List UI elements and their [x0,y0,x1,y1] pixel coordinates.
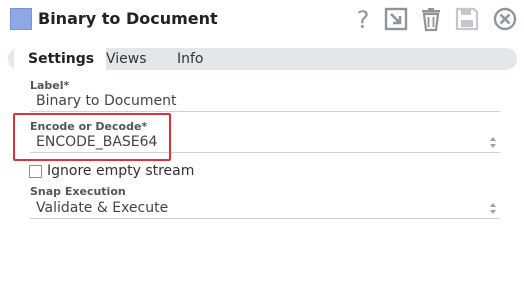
snap-type-icon [10,8,32,30]
select-arrows-icon [489,202,497,215]
snap-execution-label: Snap Execution [30,185,126,198]
tab-settings[interactable]: Settings [14,48,106,70]
dialog-title: Binary to Document [38,9,218,28]
snap-header: Binary to Document ? [0,0,524,40]
select-arrows-icon [489,136,497,149]
label-input-value: Binary to Document [36,93,177,109]
export-icon[interactable] [383,6,409,32]
tab-bar: Settings Views Info [8,48,517,70]
ignore-empty-stream-checkbox[interactable] [29,165,42,178]
save-icon[interactable] [454,6,480,32]
ignore-empty-stream-label: Ignore empty stream [47,163,195,179]
close-icon[interactable] [492,6,518,32]
highlight-annotation [13,113,171,161]
delete-icon[interactable] [418,6,444,32]
tab-info[interactable]: Info [177,48,204,70]
help-icon[interactable]: ? [350,6,376,32]
snap-execution-value: Validate & Execute [36,200,169,216]
tab-views[interactable]: Views [106,48,147,70]
snap-execution-select[interactable]: Validate & Execute [30,198,500,219]
label-input[interactable]: Binary to Document [30,91,500,112]
svg-text:?: ? [357,6,370,32]
